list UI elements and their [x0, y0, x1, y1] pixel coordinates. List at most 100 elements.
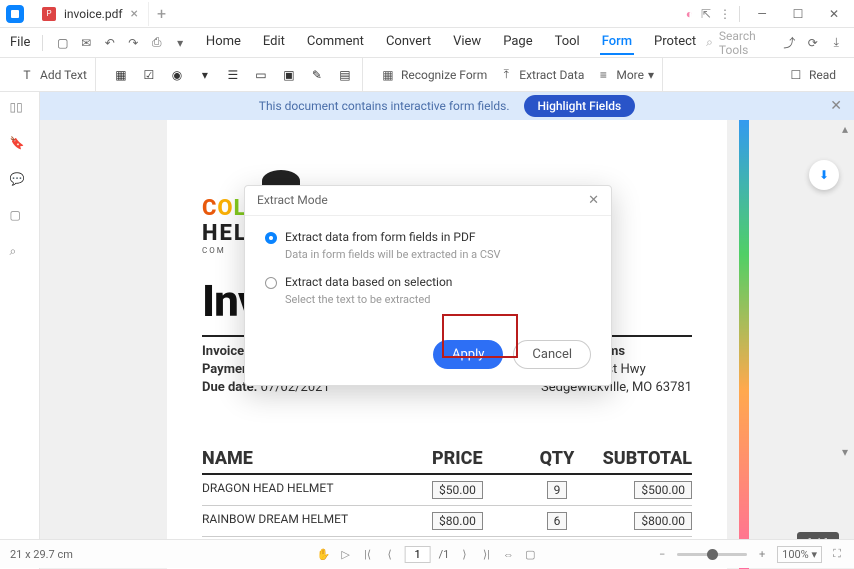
- undo-icon[interactable]: ↶: [102, 32, 117, 54]
- menu-view[interactable]: View: [451, 30, 483, 55]
- search-rail-icon[interactable]: ⌕: [10, 244, 30, 264]
- menu-convert[interactable]: Convert: [384, 30, 433, 55]
- bookmark-icon[interactable]: 🔖: [10, 136, 30, 156]
- statusbar: 21 x 29.7 cm ✋ ▷ |⟨ ⟨ /1 ⟩ ⟩| ⇔ ▢ − + 10…: [0, 539, 854, 568]
- radio-extract-selection[interactable]: Extract data based on selection: [265, 275, 591, 289]
- thumbnails-icon[interactable]: ▯▯: [10, 100, 30, 120]
- price-field[interactable]: $50.00: [432, 481, 483, 499]
- recognize-form-button[interactable]: ▦Recognize Form: [379, 66, 487, 84]
- tab-close-icon[interactable]: ×: [131, 6, 138, 22]
- zoom-thumb[interactable]: [707, 549, 718, 560]
- checkbox-field-icon[interactable]: ☑: [140, 66, 158, 84]
- qty-field[interactable]: 6: [547, 512, 568, 530]
- subtotal-field[interactable]: $800.00: [634, 512, 692, 530]
- menu-edit[interactable]: Edit: [261, 30, 287, 55]
- fullscreen-icon[interactable]: ⛶: [830, 547, 844, 561]
- more-button[interactable]: ≡More▾: [594, 66, 654, 84]
- table-header: NAME PRICE QTY SUBTOTAL: [202, 448, 692, 475]
- button-field-icon[interactable]: ▭: [252, 66, 270, 84]
- radio-extract-form-fields[interactable]: Extract data from form fields in PDF: [265, 230, 591, 244]
- scroll-up-arrow[interactable]: ▴: [842, 122, 850, 136]
- app-icon: [6, 5, 24, 23]
- page-total: /1: [439, 548, 450, 561]
- radio-icon: [265, 232, 277, 244]
- dialog-close-icon[interactable]: ✕: [588, 193, 599, 208]
- text-field-icon[interactable]: ▦: [112, 66, 130, 84]
- menu-page[interactable]: Page: [501, 30, 534, 55]
- dialog-header: Extract Mode ✕: [245, 186, 611, 216]
- tab-filename: invoice.pdf: [64, 7, 123, 21]
- fit-page-icon[interactable]: ▢: [523, 547, 537, 561]
- search-tools[interactable]: ⌕ Search Tools: [706, 29, 763, 57]
- comment-rail-icon[interactable]: 💬: [10, 172, 30, 192]
- minimize-button[interactable]: —: [748, 2, 776, 26]
- select-tool-icon[interactable]: ▷: [339, 547, 353, 561]
- form-banner: This document contains interactive form …: [40, 92, 854, 120]
- download-icon[interactable]: ⤓: [829, 32, 844, 54]
- redo-icon[interactable]: ↷: [126, 32, 141, 54]
- radio-icon: [265, 277, 277, 289]
- dialog-title: Extract Mode: [257, 193, 328, 208]
- subtotal-field[interactable]: $500.00: [634, 481, 692, 499]
- invoice-table: NAME PRICE QTY SUBTOTAL DRAGON HEAD HELM…: [202, 448, 692, 537]
- cloud-icon[interactable]: ◐: [686, 7, 693, 21]
- menu-form[interactable]: Form: [600, 30, 634, 55]
- first-page-icon[interactable]: |⟨: [361, 547, 375, 561]
- hand-tool-icon[interactable]: ✋: [317, 547, 331, 561]
- topbar: File ▢ ✉ ↶ ↷ ⎙ ▾ Home Edit Comment Conve…: [0, 28, 854, 58]
- download-fab[interactable]: ⬇: [809, 160, 839, 190]
- mail-icon[interactable]: ✉: [79, 32, 94, 54]
- menu-protect[interactable]: Protect: [652, 30, 698, 55]
- print-icon[interactable]: ⎙: [149, 32, 164, 54]
- table-row: DRAGON HEAD HELMET $50.00 9 $500.00: [202, 475, 692, 506]
- pdf-icon: P: [42, 7, 56, 21]
- extract-data-button[interactable]: ⤒Extract Data: [497, 66, 584, 84]
- zoom-in-icon[interactable]: +: [755, 547, 769, 561]
- scroll-down-arrow[interactable]: ▾: [842, 445, 850, 459]
- radio-desc-1: Data in form fields will be extracted in…: [285, 248, 591, 261]
- zoom-out-icon[interactable]: −: [655, 547, 669, 561]
- extract-mode-dialog: Extract Mode ✕ Extract data from form fi…: [244, 185, 612, 386]
- menu-comment[interactable]: Comment: [305, 30, 366, 55]
- page-number-input[interactable]: [405, 546, 431, 563]
- save-icon[interactable]: ▢: [55, 32, 70, 54]
- kebab-menu-icon[interactable]: ⋮: [719, 7, 731, 21]
- prev-page-icon[interactable]: ⟨: [383, 547, 397, 561]
- titlebar: P invoice.pdf × + ◐ ⇱ ⋮ — ☐ ✕: [0, 0, 854, 28]
- share-icon[interactable]: ⇱: [701, 7, 711, 21]
- open-external-icon[interactable]: ⤴: [782, 32, 797, 54]
- menu-tool[interactable]: Tool: [553, 30, 582, 55]
- zoom-slider[interactable]: [677, 553, 747, 556]
- image-field-icon[interactable]: ▣: [280, 66, 298, 84]
- file-menu[interactable]: File: [10, 35, 30, 50]
- fit-width-icon[interactable]: ⇔: [501, 547, 515, 561]
- radio-desc-2: Select the text to be extracted: [285, 293, 591, 306]
- qty-field[interactable]: 9: [547, 481, 568, 499]
- highlight-fields-button[interactable]: Highlight Fields: [524, 95, 636, 117]
- read-toggle[interactable]: ☐Read: [787, 66, 836, 84]
- date-field-icon[interactable]: ▤: [336, 66, 354, 84]
- apply-button[interactable]: Apply: [433, 340, 503, 369]
- page-decoration-right: [739, 120, 749, 569]
- cloud-sync-icon[interactable]: ⟳: [805, 32, 820, 54]
- banner-close-icon[interactable]: ✕: [830, 98, 842, 114]
- document-tab[interactable]: P invoice.pdf ×: [32, 2, 149, 26]
- radio-field-icon[interactable]: ◉: [168, 66, 186, 84]
- maximize-button[interactable]: ☐: [784, 2, 812, 26]
- last-page-icon[interactable]: ⟩|: [479, 547, 493, 561]
- close-window-button[interactable]: ✕: [820, 2, 848, 26]
- ribbon: TAdd Text ▦ ☑ ◉ ▾ ☰ ▭ ▣ ✎ ▤ ▦Recognize F…: [0, 58, 854, 92]
- banner-message: This document contains interactive form …: [259, 99, 510, 113]
- menu-home[interactable]: Home: [204, 30, 243, 55]
- dropdown-field-icon[interactable]: ▾: [196, 66, 214, 84]
- next-page-icon[interactable]: ⟩: [457, 547, 471, 561]
- signature-field-icon[interactable]: ✎: [308, 66, 326, 84]
- new-tab-button[interactable]: +: [157, 4, 166, 23]
- price-field[interactable]: $80.00: [432, 512, 483, 530]
- zoom-value[interactable]: 100% ▾: [777, 546, 822, 563]
- list-field-icon[interactable]: ☰: [224, 66, 242, 84]
- chevron-down-icon[interactable]: ▾: [172, 32, 187, 54]
- cancel-button[interactable]: Cancel: [513, 340, 591, 369]
- attachment-icon[interactable]: ▢: [10, 208, 30, 228]
- add-text-button[interactable]: TAdd Text: [18, 66, 87, 84]
